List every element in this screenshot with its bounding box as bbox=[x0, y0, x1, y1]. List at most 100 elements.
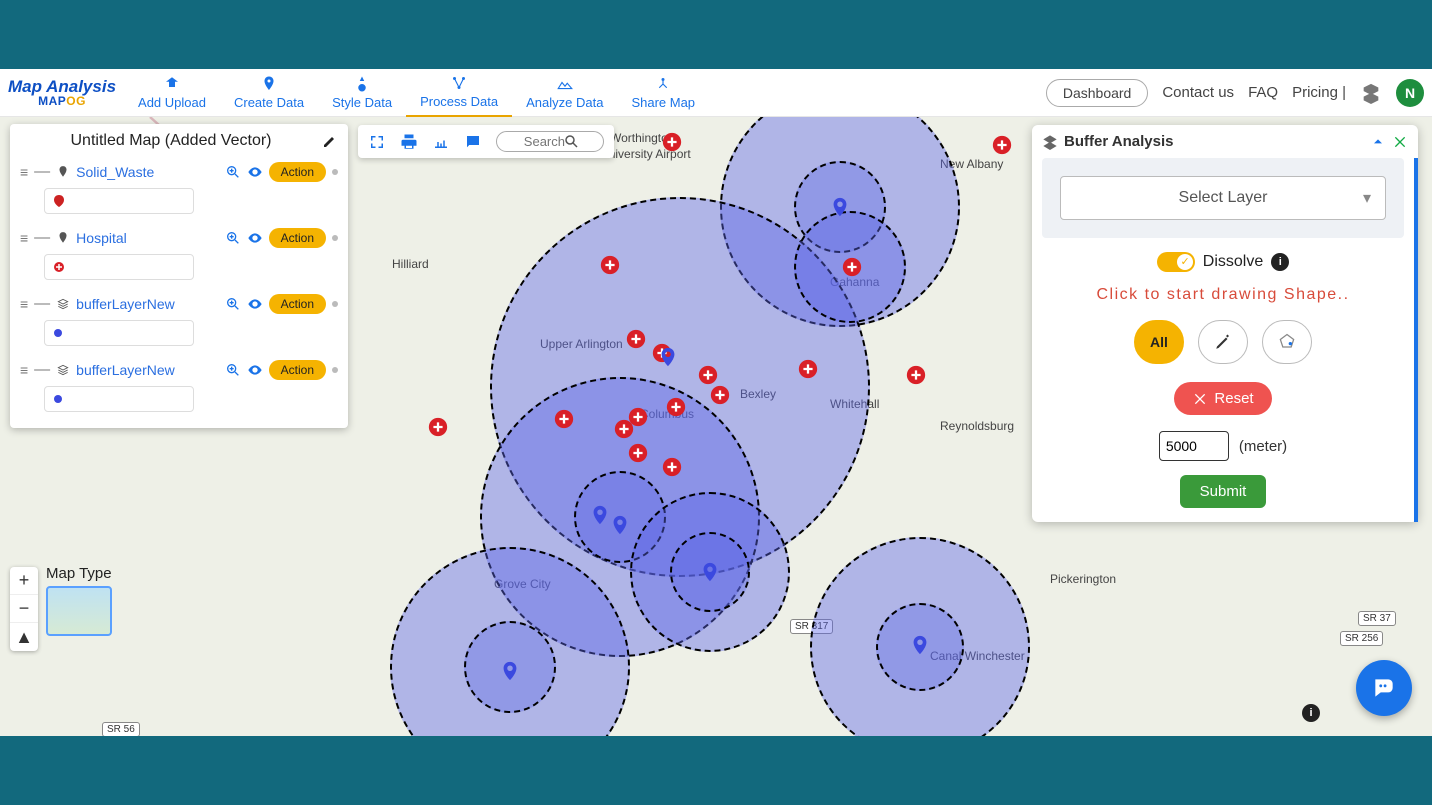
layer-drag-handle[interactable]: ≡ bbox=[20, 362, 28, 378]
measure-icon[interactable] bbox=[432, 133, 450, 151]
user-avatar[interactable]: N bbox=[1396, 79, 1424, 107]
route-shield: SR 37 bbox=[1358, 611, 1396, 626]
hospital-marker[interactable] bbox=[599, 254, 621, 276]
zoom-control: + − ▲ bbox=[10, 567, 38, 651]
hospital-marker[interactable] bbox=[709, 384, 731, 406]
layer-status-dot bbox=[332, 235, 338, 241]
waste-marker[interactable] bbox=[609, 514, 631, 536]
layer-name-3[interactable]: bufferLayerNew bbox=[76, 362, 218, 378]
shape-draw-button[interactable] bbox=[1198, 320, 1248, 364]
search-icon[interactable] bbox=[565, 135, 579, 149]
print-icon[interactable] bbox=[400, 133, 418, 151]
hospital-marker[interactable] bbox=[905, 364, 927, 386]
layer-name-0[interactable]: Solid_Waste bbox=[76, 164, 218, 180]
comment-icon[interactable] bbox=[464, 133, 482, 151]
waste-marker[interactable] bbox=[589, 504, 611, 526]
zoom-to-layer-icon[interactable] bbox=[225, 164, 241, 180]
layer-name-2[interactable]: bufferLayerNew bbox=[76, 296, 218, 312]
logo-line1: Map Analysis bbox=[8, 78, 116, 95]
dissolve-toggle[interactable]: ✓ bbox=[1157, 252, 1195, 272]
apps-icon[interactable] bbox=[1360, 82, 1382, 104]
layer-symbol-box[interactable] bbox=[44, 320, 194, 346]
layer-action-button[interactable]: Action bbox=[269, 162, 326, 182]
dissolve-label: Dissolve bbox=[1203, 253, 1263, 271]
select-layer-dropdown[interactable]: Select Layer bbox=[1060, 176, 1386, 220]
map-type-thumb[interactable] bbox=[46, 586, 112, 636]
hospital-marker[interactable] bbox=[625, 328, 647, 350]
layer-action-button[interactable]: Action bbox=[269, 294, 326, 314]
toolbar-style-data[interactable]: Style Data bbox=[318, 69, 406, 117]
toggle-visibility-icon[interactable] bbox=[247, 230, 263, 246]
toolbar-create-data[interactable]: Create Data bbox=[220, 69, 318, 117]
map-search[interactable] bbox=[496, 131, 604, 152]
hospital-marker[interactable] bbox=[797, 358, 819, 380]
layer-drag-handle[interactable]: ≡ bbox=[20, 296, 28, 312]
collapse-icon[interactable] bbox=[1370, 134, 1386, 150]
hospital-marker[interactable] bbox=[613, 418, 635, 440]
reset-button[interactable]: Reset bbox=[1174, 382, 1271, 415]
hospital-marker[interactable] bbox=[627, 442, 649, 464]
zoom-in-button[interactable]: + bbox=[10, 567, 38, 595]
layer-drag-handle[interactable]: ≡ bbox=[20, 230, 28, 246]
layer-symbol-box[interactable] bbox=[44, 386, 194, 412]
toolbar-analyze-data[interactable]: Analyze Data bbox=[512, 69, 617, 117]
toggle-visibility-icon[interactable] bbox=[247, 362, 263, 378]
pricing-link[interactable]: Pricing | bbox=[1292, 84, 1346, 101]
fullscreen-icon[interactable] bbox=[368, 133, 386, 151]
map-type-label: Map Type bbox=[46, 565, 112, 582]
toggle-visibility-icon[interactable] bbox=[247, 296, 263, 312]
waste-marker[interactable] bbox=[657, 346, 679, 368]
layer-symbol-box[interactable] bbox=[44, 254, 194, 280]
layer-action-button[interactable]: Action bbox=[269, 228, 326, 248]
top-toolbar: Map Analysis MAPOG Add UploadCreate Data… bbox=[0, 69, 1432, 117]
toolbar-share-map[interactable]: Share Map bbox=[617, 69, 709, 117]
toggle-visibility-icon[interactable] bbox=[247, 164, 263, 180]
layer-action-button[interactable]: Action bbox=[269, 360, 326, 380]
map-type-selector: Map Type bbox=[46, 565, 112, 636]
shape-all-button[interactable]: All bbox=[1134, 320, 1184, 364]
route-shield: SR 256 bbox=[1340, 631, 1383, 646]
zoom-to-layer-icon[interactable] bbox=[225, 230, 241, 246]
faq-link[interactable]: FAQ bbox=[1248, 84, 1278, 101]
hospital-marker[interactable] bbox=[661, 456, 683, 478]
edit-title-icon[interactable] bbox=[322, 133, 338, 149]
layer-drag-handle[interactable]: ≡ bbox=[20, 164, 28, 180]
hospital-marker[interactable] bbox=[697, 364, 719, 386]
map-info-icon[interactable]: i bbox=[1302, 704, 1320, 722]
compass-button[interactable]: ▲ bbox=[10, 623, 38, 651]
layer-status-dot bbox=[332, 169, 338, 175]
close-icon[interactable] bbox=[1392, 134, 1408, 150]
contact-link[interactable]: Contact us bbox=[1162, 84, 1234, 101]
hospital-marker[interactable] bbox=[665, 396, 687, 418]
zoom-out-button[interactable]: − bbox=[10, 595, 38, 623]
toolbar-process-data[interactable]: Process Data bbox=[406, 69, 512, 117]
draw-hint: Click to start drawing Shape.. bbox=[1042, 286, 1404, 304]
map-toolbar bbox=[358, 125, 614, 158]
waste-marker[interactable] bbox=[699, 561, 721, 583]
search-input[interactable] bbox=[505, 134, 565, 149]
hospital-marker[interactable] bbox=[553, 408, 575, 430]
dissolve-info-icon[interactable]: i bbox=[1271, 253, 1289, 271]
hospital-marker[interactable] bbox=[427, 416, 449, 438]
shape-polygon-button[interactable] bbox=[1262, 320, 1312, 364]
toolbar-add-upload[interactable]: Add Upload bbox=[124, 69, 220, 117]
layer-status-dot bbox=[332, 367, 338, 373]
waste-marker[interactable] bbox=[499, 660, 521, 682]
waste-marker[interactable] bbox=[909, 634, 931, 656]
zoom-to-layer-icon[interactable] bbox=[225, 296, 241, 312]
dashboard-button[interactable]: Dashboard bbox=[1046, 79, 1149, 107]
submit-button[interactable]: Submit bbox=[1180, 475, 1267, 508]
distance-input[interactable] bbox=[1159, 431, 1229, 461]
logo-line2: MAPOG bbox=[8, 95, 116, 107]
layers-panel: Untitled Map (Added Vector) ≡—Solid_Wast… bbox=[10, 124, 348, 428]
layer-symbol-box[interactable] bbox=[44, 188, 194, 214]
map-title: Untitled Map (Added Vector) bbox=[20, 132, 322, 150]
zoom-to-layer-icon[interactable] bbox=[225, 362, 241, 378]
layer-name-1[interactable]: Hospital bbox=[76, 230, 218, 246]
chat-fab[interactable] bbox=[1356, 660, 1412, 716]
unit-label: (meter) bbox=[1239, 438, 1287, 455]
hospital-marker[interactable] bbox=[841, 256, 863, 278]
waste-marker[interactable] bbox=[829, 196, 851, 218]
hospital-marker[interactable] bbox=[661, 131, 683, 153]
hospital-marker[interactable] bbox=[991, 134, 1013, 156]
